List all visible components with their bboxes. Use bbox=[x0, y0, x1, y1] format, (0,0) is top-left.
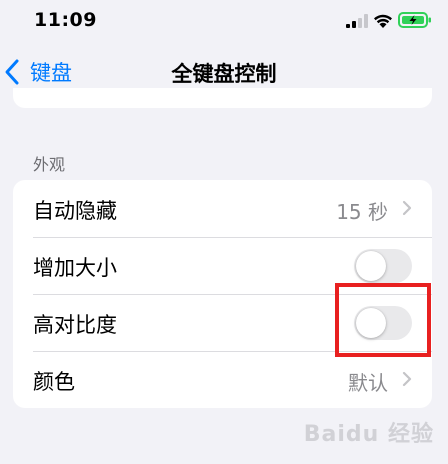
chevron-right-icon bbox=[402, 371, 412, 387]
increase-size-toggle[interactable] bbox=[354, 249, 412, 283]
row-auto-hide[interactable]: 自动隐藏 15 秒 bbox=[13, 180, 432, 237]
status-bar: 11:09 bbox=[0, 0, 448, 44]
chevron-right-icon bbox=[402, 200, 412, 216]
cellular-signal-icon bbox=[346, 14, 368, 28]
battery-charging-icon bbox=[398, 12, 431, 28]
row-label: 自动隐藏 bbox=[33, 199, 117, 223]
section-header: 外观 bbox=[33, 155, 66, 174]
toggle-knob bbox=[356, 251, 386, 281]
status-time: 11:09 bbox=[34, 9, 97, 31]
highlight-annotation bbox=[335, 283, 431, 357]
row-value: 15 秒 bbox=[336, 200, 388, 224]
row-label: 颜色 bbox=[33, 370, 75, 394]
watermark: Baidu 经验 bbox=[303, 422, 434, 447]
row-value: 默认 bbox=[348, 371, 388, 395]
page-title: 全键盘控制 bbox=[171, 62, 277, 86]
wifi-icon bbox=[374, 14, 392, 28]
row-label: 高对比度 bbox=[33, 313, 117, 337]
row-label: 增加大小 bbox=[33, 256, 117, 280]
row-color[interactable]: 颜色 默认 bbox=[13, 351, 432, 408]
previous-section-card bbox=[13, 88, 432, 108]
